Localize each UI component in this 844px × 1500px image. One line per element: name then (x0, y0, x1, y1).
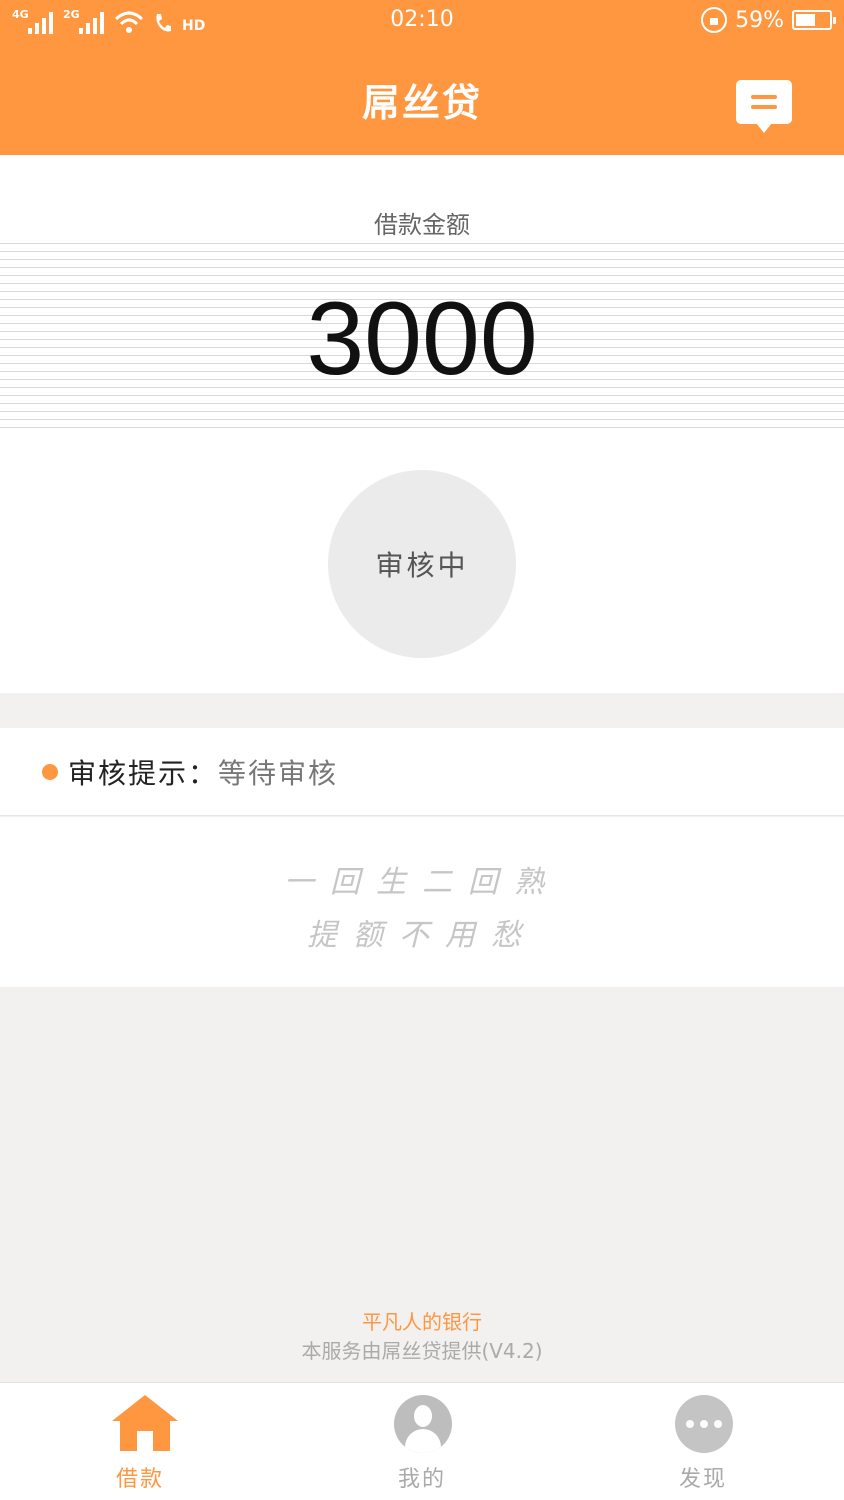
battery-percent: 59% (735, 7, 784, 33)
nav-item-mine[interactable]: 我的 (322, 1383, 522, 1500)
review-tip-label: 审核提示： (68, 756, 219, 790)
header: 4G 2G HD 02:10 59% 屌丝贷 (0, 0, 844, 155)
home-icon (112, 1395, 178, 1453)
message-button[interactable] (736, 80, 792, 133)
slogan-line-2: 提额不用愁 (307, 918, 537, 953)
amount-label: 借款金额 (374, 211, 470, 239)
review-tip-row: 审核提示： 等待审核 (0, 728, 844, 816)
status-icons-right: 59% (701, 6, 836, 34)
review-tip-value: 等待审核 (218, 756, 339, 790)
loan-amount-card: 借款金额 3000 审核中 (0, 155, 844, 693)
battery-icon (792, 10, 836, 30)
bullet-dot-icon (42, 763, 58, 780)
footer-provider: 本服务由屌丝贷提供(V4.2) (301, 1339, 543, 1363)
nav-item-discover[interactable]: 发现 (603, 1383, 803, 1500)
bottom-nav: 借款 我的 发现 (0, 1382, 844, 1500)
slogan-box: 一回生二回熟 提额不用愁 (0, 817, 844, 987)
rotation-lock-icon (701, 7, 728, 33)
message-icon-line (751, 105, 777, 109)
nav-item-loan[interactable]: 借款 (40, 1383, 240, 1500)
nav-label-loan: 借款 (115, 1467, 164, 1492)
battery-fill (796, 14, 815, 26)
review-status-button[interactable]: 审核中 (328, 470, 516, 658)
loan-amount: 3000 (306, 281, 538, 397)
slogan-line-1: 一回生二回熟 (284, 865, 560, 900)
avatar-icon (394, 1395, 452, 1453)
nav-label-mine: 我的 (397, 1467, 446, 1492)
footer-tagline: 平凡人的银行 (362, 1310, 482, 1334)
app-screen: 4G 2G HD 02:10 59% 屌丝贷 借款金额 3000 审核中 审核提… (0, 0, 844, 1500)
app-title: 屌丝贷 (361, 81, 482, 125)
nav-label-discover: 发现 (678, 1467, 727, 1492)
status-bar: 4G 2G HD 02:10 59% (0, 0, 844, 40)
more-icon (675, 1395, 733, 1453)
message-icon (751, 95, 777, 99)
